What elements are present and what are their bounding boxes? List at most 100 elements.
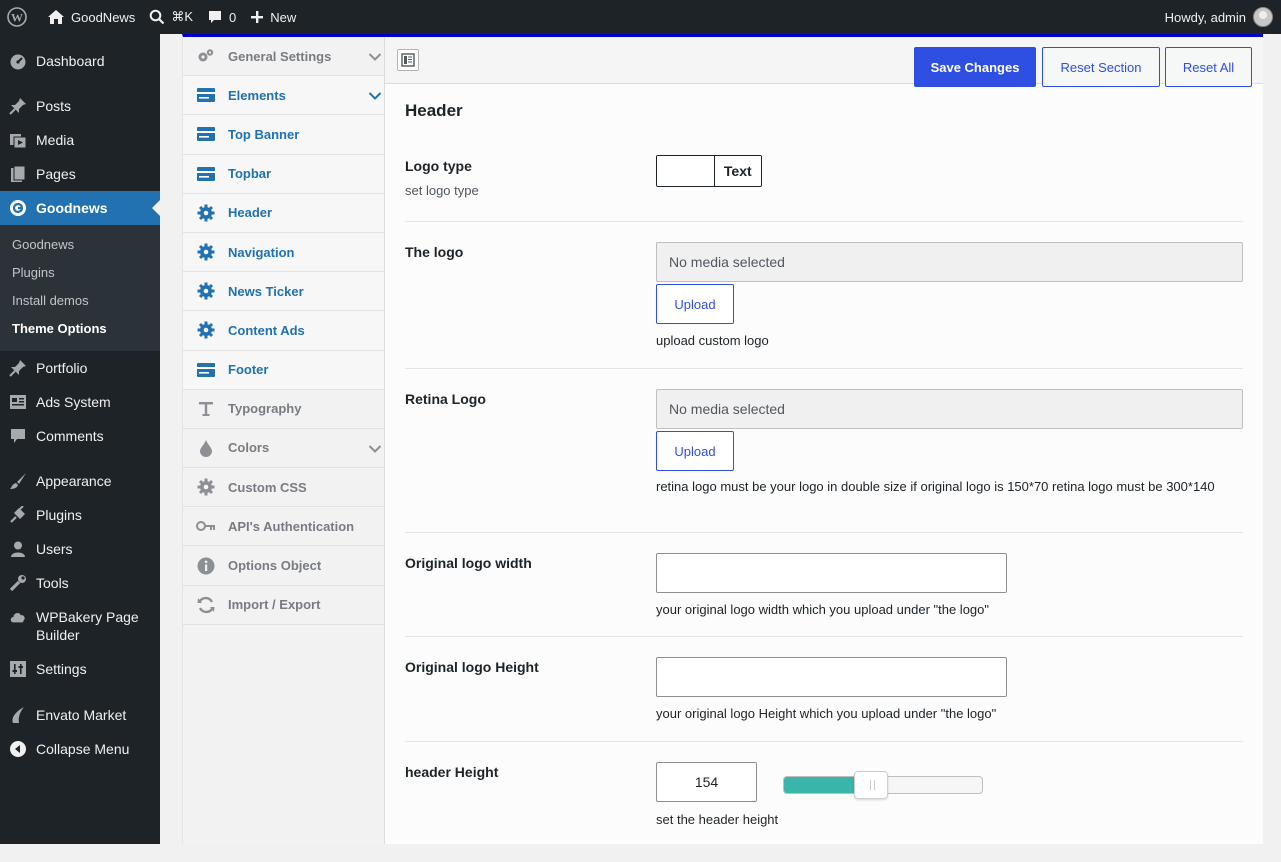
field-retina-logo: Retina Logo No media selected Upload ret… bbox=[405, 369, 1243, 533]
menu-tools[interactable]: Tools bbox=[0, 566, 160, 600]
tab-navigation[interactable]: Navigation bbox=[183, 232, 384, 273]
tab-import-export[interactable]: Import / Export bbox=[183, 585, 384, 625]
field-label: header Height bbox=[405, 764, 499, 780]
site-name-link[interactable]: GoodNews bbox=[40, 0, 142, 34]
tab-elements[interactable]: Elements bbox=[183, 76, 384, 116]
tab-colors[interactable]: Colors bbox=[183, 428, 384, 469]
tab-label: API's Authentication bbox=[228, 518, 355, 534]
retina-media-field[interactable]: No media selected bbox=[656, 389, 1243, 429]
logo-upload-button[interactable]: Upload bbox=[656, 284, 734, 324]
logo-media-field[interactable]: No media selected bbox=[656, 242, 1243, 282]
submenu-install-demos[interactable]: Install demos bbox=[0, 287, 160, 315]
chevron-down-icon bbox=[368, 50, 382, 65]
menu-pages[interactable]: Pages bbox=[0, 157, 160, 191]
tab-footer[interactable]: Footer bbox=[183, 350, 384, 390]
user-account[interactable]: Howdy, admin bbox=[1165, 0, 1273, 34]
retina-upload-button[interactable]: Upload bbox=[656, 431, 734, 471]
menu-label: Dashboard bbox=[36, 53, 105, 69]
tab-label: Colors bbox=[228, 440, 270, 456]
tab-label: Typography bbox=[228, 401, 302, 417]
menu-comments[interactable]: Comments bbox=[0, 419, 160, 453]
tab-label: Top Banner bbox=[228, 126, 300, 142]
menu-label: Goodnews bbox=[36, 200, 108, 216]
tab-news-ticker[interactable]: News Ticker bbox=[183, 272, 384, 312]
field-description: your original logo Height which you uplo… bbox=[656, 706, 997, 721]
menu-settings[interactable]: Settings bbox=[0, 652, 160, 686]
menu-posts[interactable]: Posts bbox=[0, 89, 160, 123]
reset-all-button[interactable]: Reset All bbox=[1165, 47, 1252, 87]
menu-label: WPBakery Page Builder bbox=[36, 609, 139, 643]
menu-envato-market[interactable]: Envato Market bbox=[0, 698, 160, 732]
field-label: The logo bbox=[405, 244, 464, 260]
tab-typography[interactable]: Typography bbox=[183, 389, 384, 429]
tab-label: News Ticker bbox=[228, 283, 304, 299]
new-content-link[interactable]: New bbox=[243, 0, 303, 34]
menu-goodnews[interactable]: Goodnews bbox=[0, 191, 160, 225]
menu-media[interactable]: Media bbox=[0, 123, 160, 157]
info-icon bbox=[196, 557, 216, 575]
theme-options-panel: General Settings Elements Top Banner Topbar… bbox=[182, 34, 1263, 844]
field-label: Original logo Height bbox=[405, 659, 539, 675]
menu-wpbakery[interactable]: WPBakery Page Builder bbox=[0, 600, 160, 652]
slider-handle[interactable] bbox=[854, 771, 888, 799]
menu-appearance[interactable]: Appearance bbox=[0, 464, 160, 498]
tab-api-s-authentication[interactable]: API's Authentication bbox=[183, 507, 384, 547]
search-icon bbox=[150, 9, 165, 25]
logo-width-input[interactable] bbox=[656, 553, 1007, 593]
menu-collapse[interactable]: Collapse Menu bbox=[0, 732, 160, 766]
tab-label: Topbar bbox=[228, 166, 272, 182]
field-description: retina logo must be your logo in double … bbox=[656, 479, 1215, 494]
tab-header[interactable]: Header bbox=[183, 193, 384, 233]
drop-icon bbox=[196, 439, 216, 457]
field-the-logo: The logo No media selected Upload upload… bbox=[405, 222, 1243, 369]
field-header-height: header Height 154 set the header height bbox=[405, 742, 1243, 862]
card-icon bbox=[196, 361, 216, 379]
tab-label: Header bbox=[228, 205, 273, 221]
text-icon bbox=[196, 400, 216, 418]
save-changes-button[interactable]: Save Changes bbox=[914, 47, 1036, 87]
field-label: Logo type bbox=[405, 158, 472, 174]
tab-label: Options Object bbox=[228, 558, 322, 574]
menu-label: Tools bbox=[36, 575, 69, 591]
menu-plugins[interactable]: Plugins bbox=[0, 498, 160, 532]
tab-general-settings[interactable]: General Settings bbox=[183, 37, 384, 77]
tab-top-banner[interactable]: Top Banner bbox=[183, 115, 384, 155]
goodnews-submenu: Goodnews Plugins Install demos Theme Opt… bbox=[0, 225, 160, 351]
gear-icon bbox=[196, 282, 216, 300]
tab-topbar[interactable]: Topbar bbox=[183, 154, 384, 194]
tab-content-ads[interactable]: Content Ads bbox=[183, 311, 384, 351]
menu-ads-system[interactable]: Ads System bbox=[0, 385, 160, 419]
menu-label: Posts bbox=[36, 98, 72, 114]
pin-icon bbox=[9, 359, 27, 377]
site-name: GoodNews bbox=[71, 9, 136, 25]
menu-users[interactable]: Users bbox=[0, 532, 160, 566]
reset-section-button[interactable]: Reset Section bbox=[1042, 47, 1160, 87]
logo-type-image-option[interactable]: Image bbox=[657, 156, 714, 186]
field-description: upload custom logo bbox=[656, 333, 769, 348]
logo-type-text-option[interactable]: Text bbox=[713, 156, 761, 186]
field-original-logo-height: Original logo Height your original logo … bbox=[405, 637, 1243, 742]
submenu-goodnews[interactable]: Goodnews bbox=[0, 231, 160, 259]
logo-height-input[interactable] bbox=[656, 657, 1007, 697]
dashboard-icon bbox=[9, 52, 27, 70]
tab-label: Import / Export bbox=[228, 597, 321, 613]
menu-portfolio[interactable]: Portfolio bbox=[0, 351, 160, 385]
search-shortcut[interactable]: ⌘K bbox=[142, 0, 200, 34]
comments-link[interactable]: 0 bbox=[200, 0, 243, 34]
header-height-input[interactable]: 154 bbox=[656, 762, 757, 802]
plug-icon bbox=[9, 506, 27, 524]
tab-options-object[interactable]: Options Object bbox=[183, 546, 384, 586]
user-icon bbox=[9, 540, 27, 558]
tab-custom-css[interactable]: Custom CSS bbox=[183, 468, 384, 508]
field-logo-type: Logo type set logo type Image Text bbox=[405, 148, 1243, 222]
header-height-slider[interactable] bbox=[783, 771, 983, 799]
comments-count: 0 bbox=[228, 9, 237, 25]
submenu-plugins[interactable]: Plugins bbox=[0, 259, 160, 287]
wordpress-logo[interactable]: W bbox=[0, 0, 40, 34]
cloud-icon bbox=[9, 608, 27, 626]
submenu-theme-options[interactable]: Theme Options bbox=[0, 315, 160, 343]
gears-icon bbox=[196, 47, 216, 65]
expand-toggle[interactable] bbox=[397, 49, 419, 71]
menu-dashboard[interactable]: Dashboard bbox=[0, 44, 160, 78]
card-icon bbox=[196, 86, 216, 104]
